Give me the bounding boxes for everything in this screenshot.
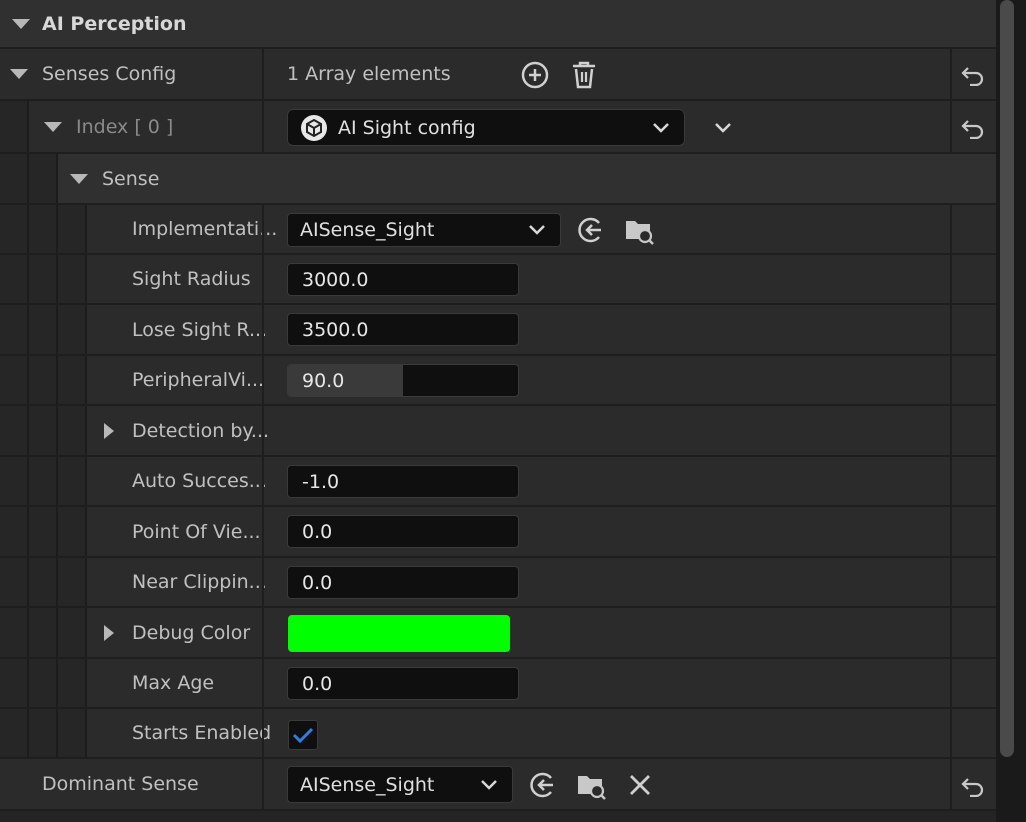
sense-category-row[interactable]: Sense [0, 154, 996, 205]
checkmark-icon [292, 727, 314, 744]
details-panel: AI Perception Senses Config 1 Array elem… [0, 0, 996, 822]
reset-to-default-icon[interactable] [958, 61, 988, 89]
dominant-sense-label: Dominant Sense [42, 773, 199, 795]
lose-sight-row: Lose Sight R... 3500.0 [0, 305, 996, 356]
vertical-scrollbar[interactable] [1000, 0, 1014, 757]
max-age-row: Max Age 0.0 [0, 659, 996, 709]
implementation-value: AISense_Sight [300, 219, 435, 241]
expand-arrow-icon[interactable] [104, 422, 114, 439]
collapse-arrow-icon[interactable] [70, 173, 88, 184]
close-icon[interactable] [625, 770, 655, 800]
folder-search-icon[interactable] [574, 770, 608, 800]
debug-color-row: Debug Color [0, 608, 996, 659]
auto-success-input[interactable]: -1.0 [287, 465, 519, 498]
starts-enabled-label: Starts Enabled [132, 722, 272, 744]
sight-config-dropdown[interactable]: AI Sight config [287, 109, 685, 146]
detection-row[interactable]: Detection by... [0, 406, 996, 457]
arrow-left-circle-icon[interactable] [526, 770, 558, 800]
point-of-view-input[interactable]: 0.0 [287, 515, 519, 548]
dominant-sense-dropdown[interactable]: AISense_Sight [287, 766, 513, 803]
sight-radius-label: Sight Radius [132, 268, 251, 290]
collapse-arrow-icon[interactable] [12, 18, 30, 29]
reset-to-default-icon[interactable] [958, 772, 988, 800]
chevron-down-icon [528, 219, 546, 241]
point-of-view-label: Point Of Vie... [132, 520, 261, 543]
auto-success-row: Auto Succes... -1.0 [0, 457, 996, 507]
implementation-row: Implementati... AISense_Sight [0, 205, 996, 255]
debug-color-label: Debug Color [132, 621, 251, 644]
point-of-view-row: Point Of Vie... 0.0 [0, 507, 996, 558]
near-clipping-input[interactable]: 0.0 [287, 566, 519, 599]
auto-success-label: Auto Succes... [132, 470, 267, 492]
starts-enabled-checkbox[interactable] [288, 720, 318, 750]
reset-to-default-icon[interactable] [958, 114, 988, 142]
max-age-input[interactable]: 0.0 [287, 667, 519, 700]
implementation-dropdown[interactable]: AISense_Sight [287, 213, 561, 247]
max-age-label: Max Age [132, 672, 215, 694]
dominant-sense-row: Dominant Sense AISense_Sight [0, 759, 996, 811]
implementation-label: Implementati... [132, 218, 278, 240]
debug-color-swatch[interactable] [288, 615, 510, 652]
near-clipping-label: Near Clippin... [132, 571, 267, 593]
folder-search-icon[interactable] [622, 215, 656, 245]
chevron-down-icon [652, 117, 670, 139]
index-row: Index [ 0 ] AI Sight config [0, 101, 996, 154]
senses-config-row: Senses Config 1 Array elements [0, 49, 996, 101]
category-ai-perception[interactable]: AI Perception [0, 0, 996, 49]
chevron-down-icon [480, 774, 498, 796]
cube-icon [300, 114, 328, 142]
sense-label: Sense [102, 167, 160, 190]
plus-circle-icon[interactable] [519, 60, 551, 90]
senses-config-label: Senses Config [42, 63, 177, 85]
lose-sight-input[interactable]: 3500.0 [287, 313, 519, 346]
peripheral-vision-value: 90.0 [302, 369, 345, 392]
dominant-sense-value: AISense_Sight [300, 773, 435, 796]
array-count-text: 1 Array elements [287, 63, 451, 85]
arrow-left-circle-icon[interactable] [574, 215, 606, 245]
near-clipping-row: Near Clippin... 0.0 [0, 558, 996, 608]
collapse-arrow-icon[interactable] [44, 121, 62, 132]
collapse-arrow-icon[interactable] [10, 69, 28, 79]
peripheral-vision-row: PeripheralVi... 90.0 [0, 356, 996, 406]
expand-arrow-icon[interactable] [104, 624, 114, 641]
index-label: Index [ 0 ] [76, 115, 174, 138]
sight-radius-row: Sight Radius 3000.0 [0, 255, 996, 305]
peripheral-vision-label: PeripheralVi... [132, 369, 265, 391]
detection-label: Detection by... [132, 419, 270, 442]
starts-enabled-row: Starts Enabled [0, 709, 996, 759]
sight-radius-input[interactable]: 3000.0 [287, 263, 519, 296]
trash-icon[interactable] [568, 60, 600, 90]
lose-sight-label: Lose Sight R... [132, 318, 268, 341]
category-title: AI Perception [42, 12, 187, 35]
sight-config-value: AI Sight config [338, 116, 476, 139]
chevron-down-icon[interactable] [710, 115, 736, 141]
peripheral-vision-slider[interactable]: 90.0 [287, 364, 519, 397]
